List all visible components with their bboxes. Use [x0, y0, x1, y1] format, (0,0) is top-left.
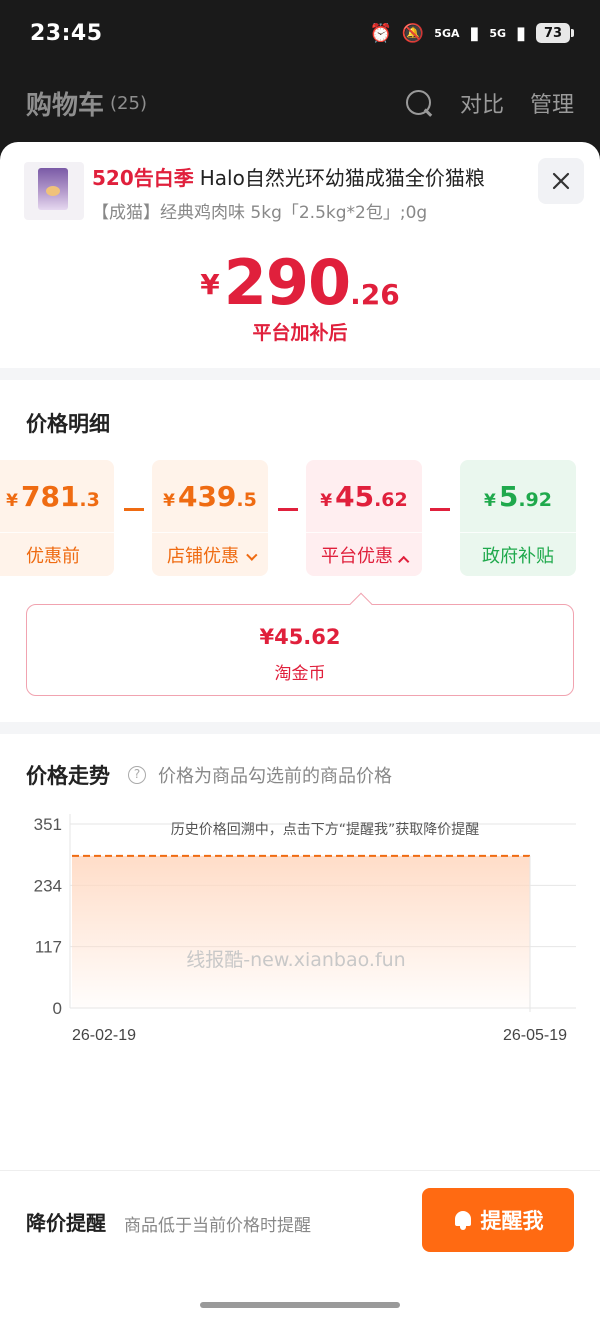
search-icon[interactable]: [404, 88, 434, 118]
y-tick-label: 234: [34, 876, 62, 895]
final-price-decimal: .26: [350, 278, 400, 311]
product-name: Halo自然光环幼猫成猫全价猫粮: [199, 166, 485, 190]
gov-subsidy-label: 政府补贴: [482, 546, 554, 567]
card-decimal: .62: [374, 489, 408, 511]
final-price: ¥290.26: [0, 246, 600, 319]
history-overlay-text: 历史价格回溯中，点击下方“提醒我”获取降价提醒: [171, 822, 480, 838]
product-summary: 520告白季 Halo自然光环幼猫成猫全价猫粮 【成猫】经典鸡肉味 5kg「2.5…: [24, 158, 584, 226]
promo-tag: 520告白季: [92, 166, 194, 190]
gov-subsidy-card: ¥5.92 政府补贴: [460, 460, 576, 576]
card-decimal: .92: [518, 489, 552, 511]
minus-sign: [278, 508, 298, 511]
final-price-currency: ¥: [200, 268, 220, 301]
card-decimal: .5: [236, 489, 257, 511]
cart-header: 购物车 (25) 对比 管理: [0, 66, 600, 140]
price-alert-subtitle: 商品低于当前价格时提醒: [124, 1216, 311, 1236]
status-icons: ⏰ 🔕 5GA ▮ 5G ▮ 73: [369, 22, 574, 44]
card-currency: ¥: [320, 491, 333, 511]
card-decimal: .3: [79, 489, 100, 511]
final-price-integer: 290: [223, 246, 351, 319]
price-detail-sheet: 520告白季 Halo自然光环幼猫成猫全价猫粮 【成猫】经典鸡肉味 5kg「2.5…: [0, 142, 600, 1320]
price-alert-bar: 降价提醒 商品低于当前价格时提醒 提醒我: [0, 1170, 600, 1280]
status-time: 23:45: [30, 20, 103, 46]
platform-discount-card[interactable]: ¥45.62 平台优惠: [306, 460, 422, 576]
card-currency: ¥: [6, 491, 18, 511]
price-alert-title: 降价提醒: [26, 1211, 106, 1235]
card-integer: 439: [177, 480, 237, 513]
breakdown-title: 价格明细: [26, 412, 110, 436]
minus-sign: [124, 508, 144, 511]
card-integer: 5: [498, 480, 519, 513]
platform-discount-text: 平台优惠: [321, 546, 393, 567]
trend-title: 价格走势: [26, 764, 110, 788]
price-trend-chart: 0 117 234 351 历史价格回溯中，点击下方“提醒我”获取降价提醒线报酷-new…: [0, 802, 600, 1062]
page-title: 购物车: [26, 90, 105, 121]
card-currency: ¥: [163, 491, 175, 511]
signal-icon: ▮: [469, 22, 480, 44]
y-tick-label: 351: [34, 815, 62, 834]
compare-button[interactable]: 对比: [460, 87, 504, 119]
x-tick-label: 26-02-19: [72, 1027, 136, 1044]
section-divider: [0, 722, 600, 734]
home-indicator[interactable]: [200, 1302, 400, 1308]
product-sku: 【成猫】经典鸡肉味 5kg「2.5kg*2包」;0g: [92, 203, 428, 223]
card-integer: 781: [20, 480, 80, 513]
manage-button[interactable]: 管理: [530, 87, 574, 119]
network-5g-icon: 5G: [489, 26, 507, 40]
section-divider: [0, 368, 600, 380]
chart-svg: 0 117 234 351 历史价格回溯中，点击下方“提醒我”获取降价提醒线报酷-new…: [34, 814, 576, 1044]
detail-amount: ¥45.62: [259, 625, 341, 649]
bell-icon: [453, 1209, 473, 1231]
remind-me-button[interactable]: 提醒我: [422, 1188, 574, 1252]
product-thumbnail: [24, 162, 84, 220]
detail-name: 淘金币: [274, 664, 326, 684]
help-icon[interactable]: ?: [128, 766, 146, 784]
battery-icon: 73: [536, 23, 574, 43]
close-icon: [552, 172, 570, 190]
price-area: [72, 855, 530, 1008]
shop-discount-text: 店铺优惠: [167, 546, 239, 567]
remind-me-label: 提醒我: [480, 1209, 544, 1233]
network-5ga-icon: 5GA: [434, 26, 460, 40]
x-tick-label: 26-05-19: [503, 1027, 567, 1044]
platform-discount-label: 平台优惠: [306, 542, 422, 568]
chevron-down-icon: [246, 549, 258, 561]
platform-discount-detail: ¥45.62 淘金币: [26, 592, 574, 696]
product-title: 520告白季 Halo自然光环幼猫成猫全价猫粮: [92, 162, 485, 191]
original-price-label: 优惠前: [26, 546, 80, 567]
signal-icon-2: ▮: [516, 22, 526, 44]
chevron-up-icon: [398, 555, 410, 568]
final-price-caption: 平台加补后: [252, 322, 348, 344]
close-button[interactable]: [538, 158, 584, 204]
card-currency: ¥: [484, 491, 496, 511]
cart-count: (25): [110, 92, 147, 114]
original-price-card: ¥781.3 优惠前: [0, 460, 114, 576]
alarm-icon: ⏰: [369, 22, 392, 44]
mute-icon: 🔕: [401, 22, 425, 44]
trend-note: 价格为商品勾选前的商品价格: [158, 766, 392, 787]
y-tick-label: 117: [35, 938, 62, 957]
card-integer: 45: [335, 480, 375, 513]
status-bar: 23:45 ⏰ 🔕 5GA ▮ 5G ▮ 73: [0, 0, 600, 66]
y-tick-label: 0: [53, 999, 62, 1018]
minus-sign: [430, 508, 450, 511]
watermark-text: 线报酷-new.xianbao.fun: [186, 949, 405, 971]
shop-discount-label: 店铺优惠: [152, 542, 268, 568]
shop-discount-card[interactable]: ¥439.5 店铺优惠: [152, 460, 268, 576]
